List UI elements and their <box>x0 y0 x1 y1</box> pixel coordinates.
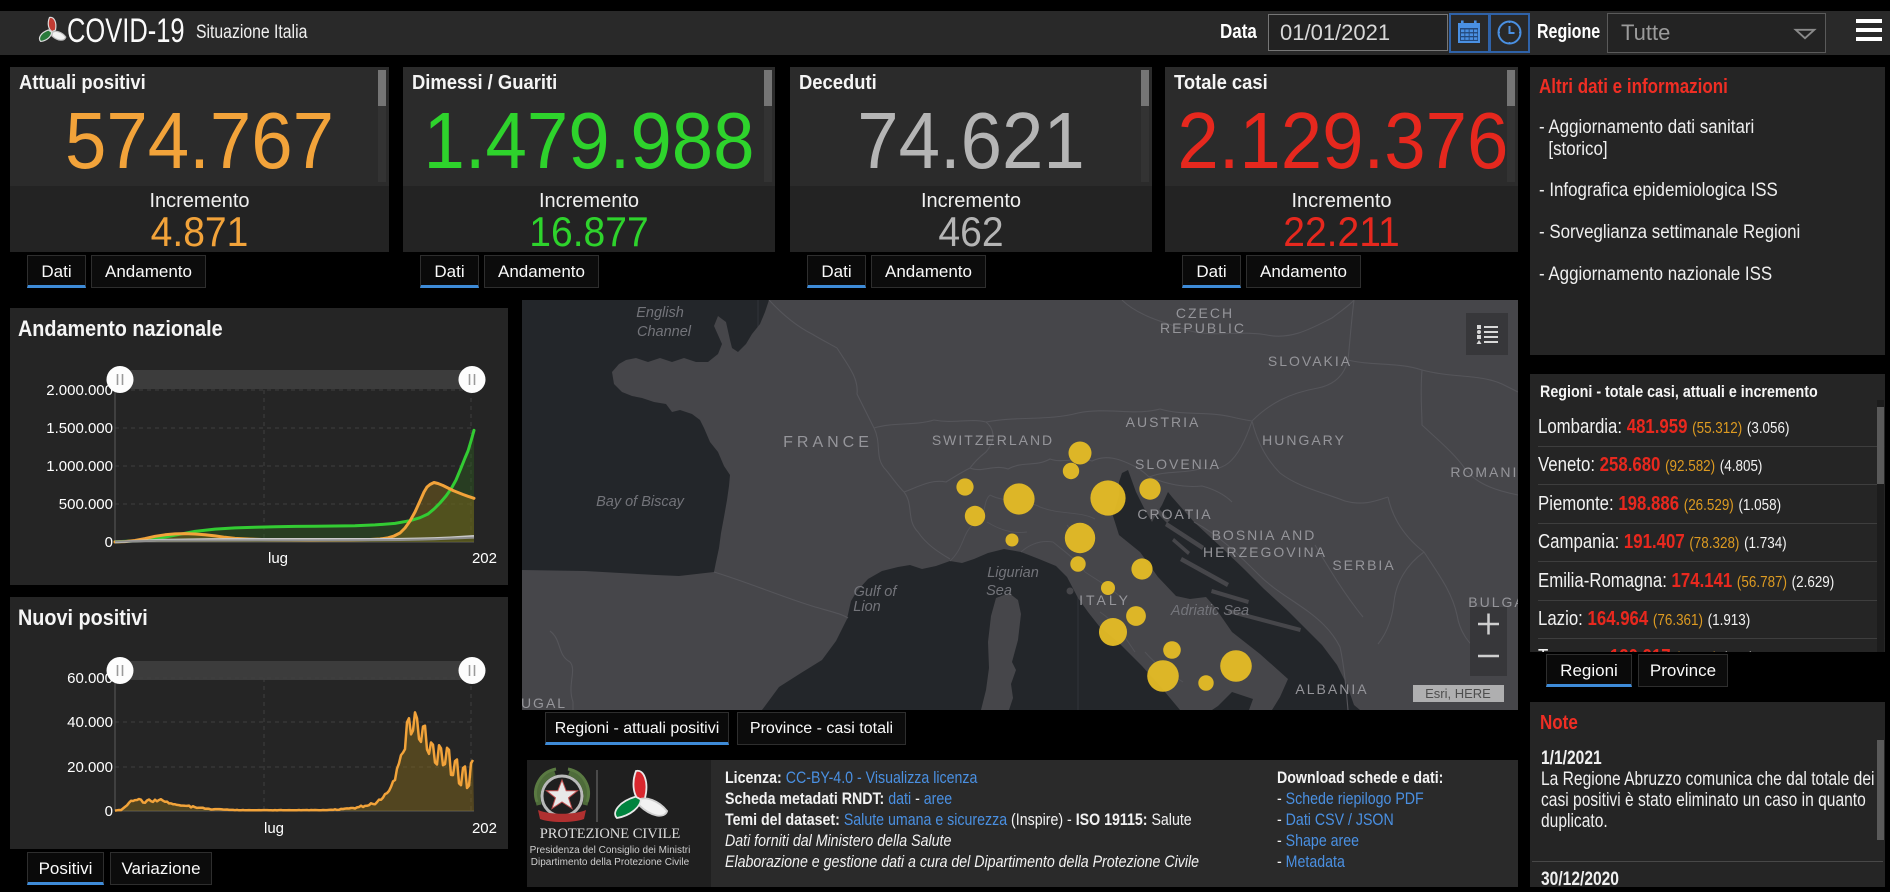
svg-text:HUNGARY: HUNGARY <box>1262 432 1346 448</box>
svg-text:ALBANIA: ALBANIA <box>1295 681 1368 697</box>
svg-text:Dipartimento della Protezione: Dipartimento della Protezione Civile <box>531 857 690 868</box>
svg-text:lug: lug <box>264 820 284 837</box>
svg-text:REPUBLIC: REPUBLIC <box>1160 320 1246 336</box>
svg-text:0: 0 <box>105 803 113 820</box>
svg-text:Lion: Lion <box>853 599 880 615</box>
svg-text:202: 202 <box>472 550 497 567</box>
svg-text:ITALY: ITALY <box>1079 592 1131 608</box>
svg-text:SLOVENIA: SLOVENIA <box>1135 456 1221 472</box>
svg-text:Channel: Channel <box>637 324 692 340</box>
svg-text:Ligurian: Ligurian <box>987 565 1039 581</box>
svg-text:AUSTRIA: AUSTRIA <box>1126 414 1201 430</box>
svg-text:SLOVAKIA: SLOVAKIA <box>1268 353 1352 369</box>
svg-text:CZECH: CZECH <box>1176 305 1234 321</box>
svg-text:1.500.000: 1.500.000 <box>46 420 113 437</box>
svg-text:60.000: 60.000 <box>67 670 113 687</box>
svg-text:Gulf of: Gulf of <box>854 584 899 600</box>
svg-text:202: 202 <box>472 820 497 837</box>
svg-text:500.000: 500.000 <box>59 496 113 513</box>
svg-text:BOSNIA AND: BOSNIA AND <box>1212 527 1317 543</box>
svg-text:UGAL: UGAL <box>522 695 567 710</box>
svg-text:0: 0 <box>105 534 113 551</box>
svg-text:Esri, HERE: Esri, HERE <box>1425 686 1491 701</box>
svg-text:Adriatic Sea: Adriatic Sea <box>1170 603 1249 619</box>
svg-text:English: English <box>636 305 684 321</box>
svg-text:CROATIA: CROATIA <box>1137 506 1212 522</box>
svg-text:20.000: 20.000 <box>67 759 113 776</box>
svg-text:Sea: Sea <box>986 583 1012 599</box>
svg-text:1.000.000: 1.000.000 <box>46 458 113 475</box>
svg-text:SWITZERLAND: SWITZERLAND <box>932 432 1054 448</box>
svg-text:FRANCE: FRANCE <box>783 434 873 451</box>
svg-text:2.000.000: 2.000.000 <box>46 382 113 399</box>
svg-text:lug: lug <box>268 550 288 567</box>
svg-text:40.000: 40.000 <box>67 714 113 731</box>
svg-text:Bay of Biscay: Bay of Biscay <box>596 494 685 510</box>
svg-text:HERZEGOVINA: HERZEGOVINA <box>1203 544 1327 560</box>
svg-text:Presidenza del Consiglio dei M: Presidenza del Consiglio dei Ministri <box>530 845 691 856</box>
svg-text:PROTEZIONE CIVILE: PROTEZIONE CIVILE <box>540 826 681 842</box>
svg-text:ROMANIA: ROMANIA <box>1450 464 1518 480</box>
svg-text:SERBIA: SERBIA <box>1332 557 1395 573</box>
